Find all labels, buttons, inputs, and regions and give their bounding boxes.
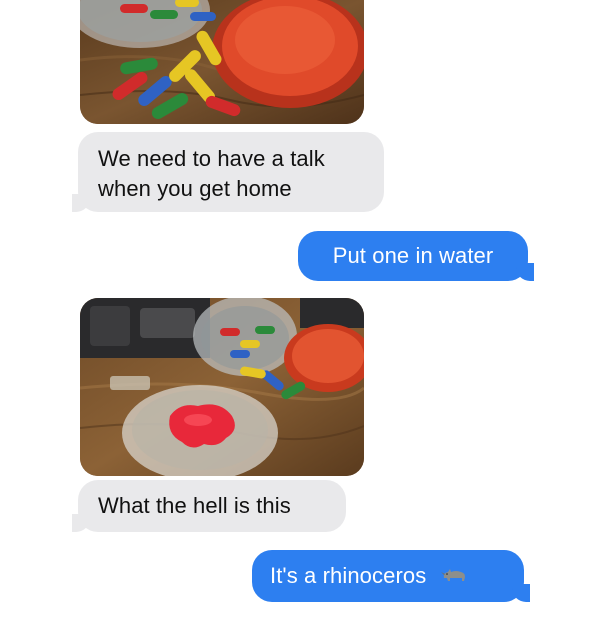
incoming-message-bubble[interactable]: What the hell is this bbox=[78, 480, 346, 532]
message-text: Put one in water bbox=[332, 243, 494, 268]
incoming-message-bubble[interactable]: We need to have a talk when you get home bbox=[78, 132, 384, 212]
outgoing-message-bubble[interactable]: It's a rhinoceros bbox=[252, 550, 524, 602]
outgoing-message-bubble[interactable]: Put one in water bbox=[298, 231, 528, 281]
rhinoceros-icon bbox=[440, 562, 467, 592]
message-text: It's a rhinoceros bbox=[270, 563, 427, 588]
message-photo-capsules[interactable] bbox=[80, 0, 364, 124]
bubble-tail bbox=[512, 584, 540, 602]
message-text: What the hell is this bbox=[98, 493, 291, 518]
message-text: We need to have a talk when you get home bbox=[98, 146, 325, 201]
message-photo-gummy-in-water[interactable] bbox=[80, 298, 364, 476]
gummy-photo-image bbox=[80, 298, 364, 476]
bubble-tail bbox=[516, 263, 544, 281]
capsules-photo-image bbox=[80, 0, 364, 124]
